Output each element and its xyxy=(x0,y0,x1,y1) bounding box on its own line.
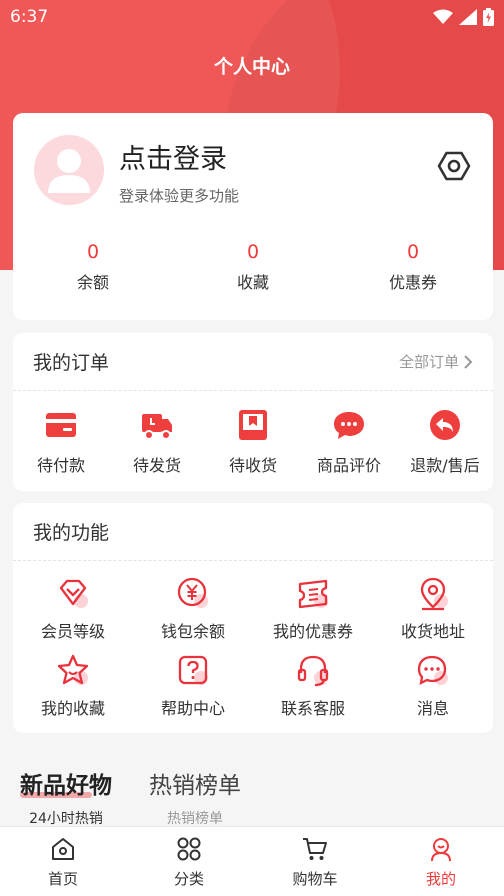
order-pending-receipt[interactable]: 待收货 xyxy=(205,407,301,476)
avatar[interactable] xyxy=(34,135,104,205)
order-status-row: 待付款 待发货 待收货 商品评价 退款/售后 xyxy=(13,391,493,476)
stat-value: 0 xyxy=(246,241,260,263)
stat-favorites[interactable]: 0 收藏 xyxy=(173,237,333,293)
order-label: 待发货 xyxy=(132,456,181,475)
func-label: 联系客服 xyxy=(280,699,345,718)
func-address[interactable]: 收货地址 xyxy=(373,576,493,653)
functions-title: 我的功能 xyxy=(33,522,110,544)
func-label: 我的收藏 xyxy=(40,699,105,718)
stat-value: 0 xyxy=(406,241,420,263)
func-wallet[interactable]: 钱包余额 xyxy=(133,576,253,653)
settings-button[interactable] xyxy=(437,149,471,183)
tabbar-category[interactable]: 分类 xyxy=(126,827,252,896)
chat-bubble-icon xyxy=(334,412,364,439)
tab-new-products[interactable]: 新品好物 24小时热销 xyxy=(20,766,112,828)
status-bar: 6:37 xyxy=(0,0,504,34)
func-messages[interactable]: 消息 xyxy=(373,653,493,730)
order-refund[interactable]: 退款/售后 xyxy=(397,407,493,476)
stat-coupons[interactable]: 0 优惠券 xyxy=(333,237,493,293)
func-customer-service[interactable]: 联系客服 xyxy=(253,653,373,730)
stat-value: 0 xyxy=(86,241,100,263)
order-label: 商品评价 xyxy=(316,456,381,475)
func-favorites[interactable]: 我的收藏 xyxy=(13,653,133,730)
func-label: 钱包余额 xyxy=(160,622,225,641)
all-orders-link[interactable]: 全部订单 xyxy=(399,351,473,372)
orders-title: 我的订单 xyxy=(33,352,110,374)
message-icon xyxy=(417,655,448,686)
yen-coin-icon xyxy=(177,577,208,608)
order-label: 待付款 xyxy=(36,456,85,475)
grid-icon xyxy=(177,837,201,861)
tab-title: 热销榜单 xyxy=(149,773,241,799)
order-reviews[interactable]: 商品评价 xyxy=(301,407,397,476)
status-time: 6:37 xyxy=(10,7,49,27)
func-label: 帮助中心 xyxy=(160,699,225,718)
stats-row: 0 余额 0 收藏 0 优惠券 xyxy=(13,237,493,293)
stat-label: 优惠券 xyxy=(388,273,437,292)
star-icon xyxy=(57,654,89,685)
order-pending-payment[interactable]: 待付款 xyxy=(13,407,109,476)
stat-label: 收藏 xyxy=(236,273,269,292)
product-section-tabs: 新品好物 24小时热销 热销榜单 热销榜单 xyxy=(0,766,504,828)
functions-header: 我的功能 xyxy=(13,503,493,561)
truck-icon xyxy=(142,414,172,440)
tabbar-cart[interactable]: 购物车 xyxy=(252,827,378,896)
diamond-icon xyxy=(59,579,88,608)
tab-hot-ranking[interactable]: 热销榜单 热销榜单 xyxy=(149,766,241,828)
login-subtitle: 登录体验更多功能 xyxy=(119,187,240,205)
cart-icon xyxy=(303,838,327,860)
functions-grid: 会员等级 钱包余额 我的优惠券 收货地址 我的收藏 帮助中心 联系客服 消息 xyxy=(13,561,493,730)
battery-icon xyxy=(483,8,494,26)
orders-card: 我的订单 全部订单 待付款 待发货 待收货 商品评价 退款/售后 xyxy=(13,333,493,491)
func-label: 会员等级 xyxy=(40,622,105,641)
tabbar-label: 首页 xyxy=(47,870,78,888)
gear-icon xyxy=(437,151,471,181)
question-icon xyxy=(178,655,208,685)
func-coupons[interactable]: 我的优惠券 xyxy=(253,576,373,653)
stat-label: 余额 xyxy=(76,273,109,292)
tabbar-label: 购物车 xyxy=(292,870,338,888)
tab-subtitle: 热销榜单 xyxy=(167,811,223,827)
signal-icon xyxy=(459,9,477,25)
ticket-icon xyxy=(298,579,328,609)
bottom-tab-bar: 首页 分类 购物车 我的 xyxy=(0,826,504,896)
all-orders-label: 全部订单 xyxy=(398,353,459,371)
tabbar-label: 分类 xyxy=(173,870,204,888)
home-icon xyxy=(52,838,74,860)
return-arrow-icon xyxy=(430,410,460,440)
order-label: 退款/售后 xyxy=(410,456,480,475)
func-help[interactable]: 帮助中心 xyxy=(133,653,253,730)
functions-card: 我的功能 会员等级 钱包余额 我的优惠券 收货地址 我的收藏 帮助中心 联系客服… xyxy=(13,503,493,733)
status-icons xyxy=(433,8,494,26)
orders-header: 我的订单 全部订单 xyxy=(13,333,493,391)
box-icon xyxy=(239,410,267,440)
headset-icon xyxy=(297,655,329,687)
tabbar-mine[interactable]: 我的 xyxy=(378,827,504,896)
wallet-card-icon xyxy=(46,413,76,437)
chevron-right-icon xyxy=(464,354,473,369)
func-label: 收货地址 xyxy=(400,622,465,641)
func-label: 消息 xyxy=(416,699,449,718)
tab-subtitle: 24小时热销 xyxy=(29,811,103,827)
user-icon xyxy=(431,838,451,862)
profile-card: 点击登录 登录体验更多功能 0 余额 0 收藏 0 优惠券 xyxy=(13,113,493,320)
tab-title: 新品好物 xyxy=(20,766,112,800)
func-label: 我的优惠券 xyxy=(272,622,353,641)
tabbar-label: 我的 xyxy=(425,870,456,888)
order-pending-shipment[interactable]: 待发货 xyxy=(109,407,205,476)
page-title: 个人中心 xyxy=(213,56,290,78)
avatar-person-icon xyxy=(48,149,90,193)
func-member-level[interactable]: 会员等级 xyxy=(13,576,133,653)
tabbar-home[interactable]: 首页 xyxy=(0,827,126,896)
location-pin-icon xyxy=(420,577,448,611)
login-title[interactable]: 点击登录 xyxy=(119,137,227,176)
wifi-icon xyxy=(433,9,453,24)
order-label: 待收货 xyxy=(228,456,277,475)
stat-balance[interactable]: 0 余额 xyxy=(13,237,173,293)
